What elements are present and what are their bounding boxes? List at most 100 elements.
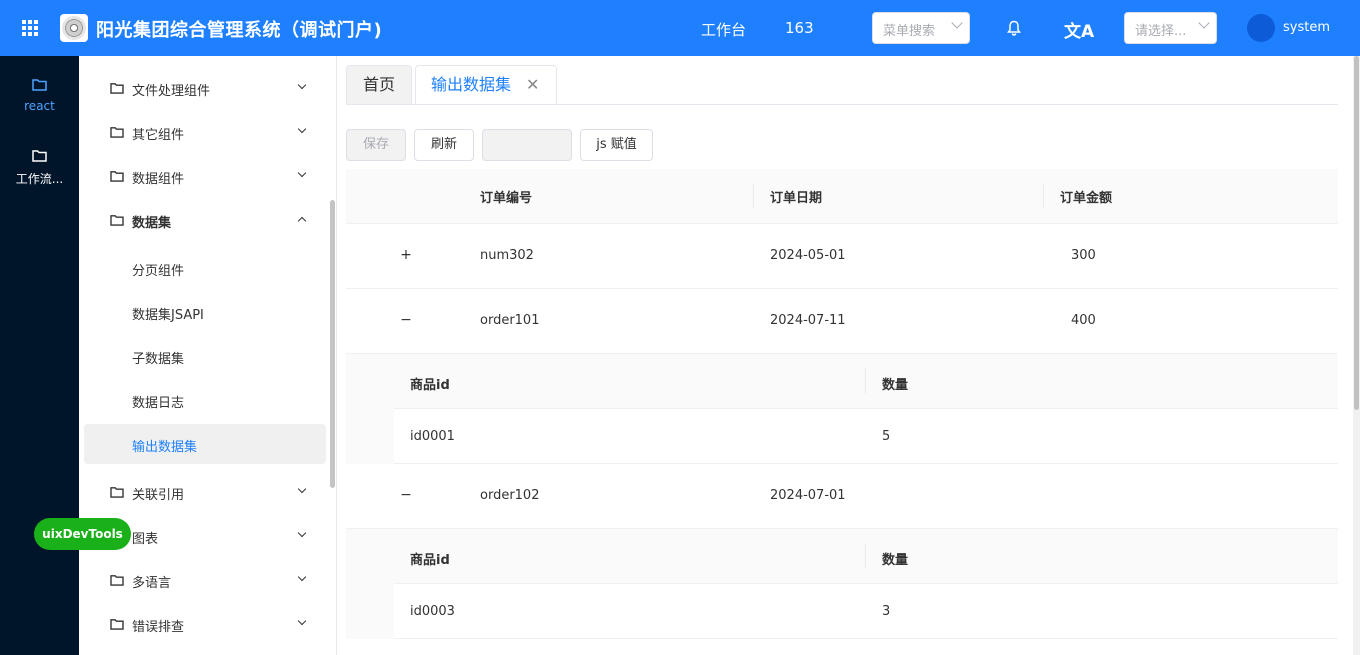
chevron-down-icon — [297, 572, 307, 582]
refresh-button[interactable]: 刷新 — [414, 129, 474, 161]
menu-scrollbar[interactable] — [330, 200, 335, 488]
menu-group-label: 图表 — [132, 532, 159, 547]
menu-group-label: 数据组件 — [132, 172, 185, 187]
side-menu: 文件处理组件 其它组件 数据组件 数据集 分页组件 数据集JSAPI 子数据集 … — [79, 56, 337, 655]
chevron-down-icon — [297, 168, 307, 178]
folder-icon — [110, 127, 124, 138]
column-header-order-date: 订单日期 — [770, 191, 823, 206]
app-logo — [60, 14, 88, 42]
menu-group-data-components[interactable]: 数据组件 — [79, 156, 336, 196]
rail-item-workflow[interactable]: 工作流... — [0, 149, 79, 187]
folder-icon — [110, 171, 124, 182]
table-row[interactable]: + num302 2024-05-01 300 — [346, 224, 1338, 289]
menu-item-sub-dataset[interactable]: 子数据集 — [84, 336, 326, 376]
menu-group-label: 错误排查 — [132, 620, 185, 635]
nested-table-header: 商品id 数量 — [394, 354, 1338, 409]
chevron-down-icon — [297, 616, 307, 626]
chevron-down-icon — [951, 17, 963, 29]
expand-icon[interactable]: + — [399, 248, 413, 263]
folder-icon — [110, 619, 124, 630]
blank-button[interactable] — [482, 129, 572, 161]
column-header-quantity: 数量 — [882, 378, 909, 393]
tab-output-dataset[interactable]: 输出数据集 ✕ — [415, 65, 557, 105]
order-id: order101 — [480, 313, 540, 328]
product-id: id0001 — [410, 429, 455, 444]
chevron-down-icon — [297, 80, 307, 90]
menu-item-label: 数据日志 — [132, 396, 185, 411]
column-header-quantity: 数量 — [882, 553, 909, 568]
portal-select-placeholder: 请选择... — [1135, 24, 1187, 39]
column-header-product-id: 商品id — [410, 553, 450, 568]
chevron-down-icon — [297, 124, 307, 134]
js-assign-button[interactable]: js 赋值 — [580, 129, 653, 161]
menu-group-dataset[interactable]: 数据集 — [79, 200, 336, 240]
username[interactable]: system — [1283, 20, 1330, 35]
rail-item-label: 工作流... — [15, 172, 64, 186]
menu-group-troubleshooting[interactable]: 错误排查 — [79, 604, 336, 644]
rail-item-react[interactable]: react — [0, 78, 79, 113]
menu-search-placeholder: 菜单搜索 — [883, 24, 936, 39]
quantity: 3 — [882, 604, 891, 619]
notification-count[interactable]: 163 — [785, 19, 814, 37]
column-header-order-id: 订单编号 — [480, 191, 533, 206]
table-row[interactable]: − order102 2024-07-01 — [346, 464, 1338, 529]
column-divider — [865, 368, 866, 394]
menu-group-file-components[interactable]: 文件处理组件 — [79, 68, 336, 108]
menu-item-label: 分页组件 — [132, 264, 185, 279]
menu-item-dataset-jsapi[interactable]: 数据集JSAPI — [84, 292, 326, 332]
chevron-up-icon — [297, 216, 307, 226]
avatar[interactable] — [1247, 14, 1275, 42]
chevron-down-icon — [1198, 17, 1210, 29]
translate-icon[interactable]: 文A — [1064, 17, 1094, 42]
product-id: id0003 — [410, 604, 455, 619]
app-title: 阳光集团综合管理系统（调试门户) — [96, 20, 383, 41]
order-date: 2024-07-01 — [770, 488, 846, 503]
tab-home[interactable]: 首页 — [346, 65, 412, 105]
column-header-product-id: 商品id — [410, 378, 450, 393]
collapse-icon[interactable]: − — [399, 313, 413, 328]
portal-select[interactable]: 请选择... — [1124, 12, 1217, 44]
menu-search-select[interactable]: 菜单搜索 — [872, 12, 970, 44]
orders-table: 订单编号 订单日期 订单金额 + num302 2024-05-01 300 −… — [346, 169, 1338, 655]
apps-grid-icon[interactable] — [22, 20, 38, 36]
menu-group-references[interactable]: 关联引用 — [79, 472, 336, 512]
scrollbar-thumb[interactable] — [1354, 56, 1359, 410]
menu-group-other-components[interactable]: 其它组件 — [79, 112, 336, 152]
tab-divider — [346, 104, 1338, 105]
menu-group-label: 多语言 — [132, 576, 172, 591]
rail-item-label: react — [24, 99, 55, 113]
nested-table: 商品id 数量 id0003 3 — [346, 529, 1338, 639]
folder-icon — [110, 575, 124, 586]
table-header: 订单编号 订单日期 订单金额 — [346, 169, 1338, 224]
menu-item-pagination[interactable]: 分页组件 — [84, 248, 326, 288]
nested-table-row[interactable]: id0001 5 — [394, 409, 1338, 464]
menu-item-label: 输出数据集 — [132, 440, 198, 455]
page-scrollbar[interactable] — [1353, 56, 1360, 655]
menu-group-label: 关联引用 — [132, 488, 185, 503]
order-date: 2024-07-11 — [770, 313, 846, 328]
menu-group-label: 其它组件 — [132, 128, 185, 143]
menu-group-i18n[interactable]: 多语言 — [79, 560, 336, 600]
table-row[interactable]: − order101 2024-07-11 400 — [346, 289, 1338, 354]
quantity: 5 — [882, 429, 891, 444]
menu-item-output-dataset[interactable]: 输出数据集 — [84, 424, 326, 464]
menu-item-data-log[interactable]: 数据日志 — [84, 380, 326, 420]
order-date: 2024-05-01 — [770, 248, 846, 263]
column-header-order-amount: 订单金额 — [1060, 191, 1113, 206]
folder-icon — [110, 487, 124, 498]
close-icon[interactable]: ✕ — [526, 66, 539, 104]
top-header: 阳光集团综合管理系统（调试门户) 工作台 163 菜单搜索 文A 请选择... … — [0, 0, 1360, 56]
chevron-down-icon — [297, 484, 307, 494]
menu-item-label: 子数据集 — [132, 352, 185, 367]
folder-icon — [32, 150, 47, 162]
column-divider — [753, 183, 754, 209]
save-button[interactable]: 保存 — [346, 129, 406, 161]
nested-table-row[interactable]: id0003 3 — [394, 584, 1338, 639]
menu-item-label: 数据集JSAPI — [132, 308, 204, 323]
menu-group-label: 数据集 — [132, 216, 172, 231]
workbench-link[interactable]: 工作台 — [701, 19, 746, 40]
folder-icon — [110, 215, 124, 226]
collapse-icon[interactable]: − — [399, 488, 413, 503]
bell-icon[interactable] — [1007, 20, 1021, 36]
devtools-button[interactable]: uixDevTools — [34, 518, 131, 550]
